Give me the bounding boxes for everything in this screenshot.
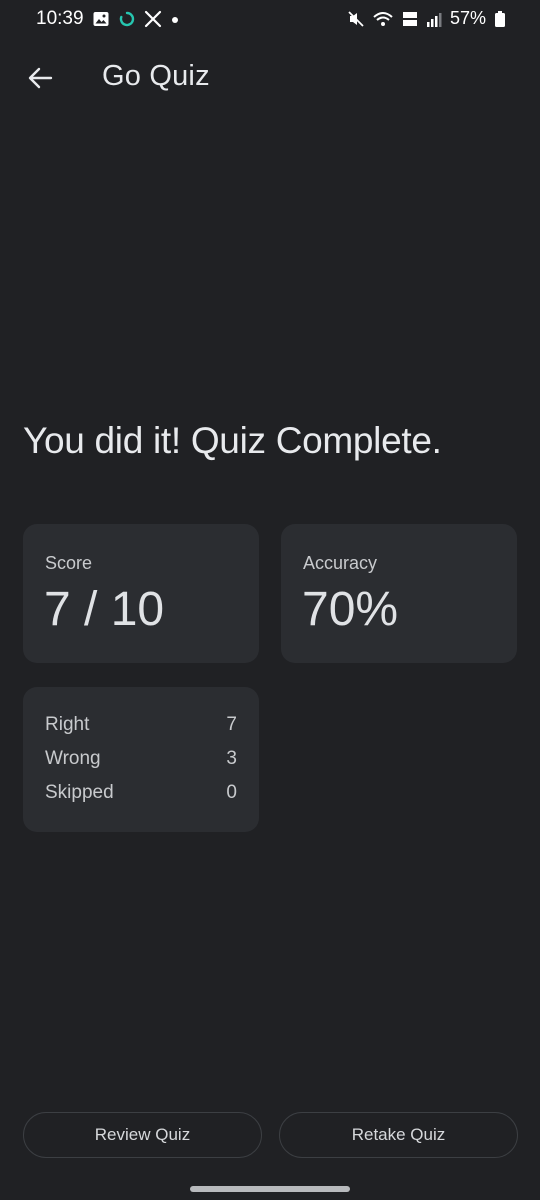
battery-icon — [494, 10, 506, 28]
wrong-count: 3 — [226, 748, 237, 769]
score-card: Score 7 / 10 — [23, 524, 259, 663]
status-bar: 10:39 57% — [0, 0, 540, 40]
accuracy-label: Accuracy — [303, 553, 378, 573]
quiz-result-screen: 10:39 57% Go Quiz You did it! Quiz Compl… — [0, 0, 540, 1200]
skipped-label: Skipped — [45, 782, 114, 803]
score-value: 7 / 10 — [44, 583, 165, 636]
page-title: Go Quiz — [102, 60, 210, 92]
signal-icon — [426, 10, 442, 28]
status-time: 10:39 — [36, 8, 84, 29]
x-logo-icon — [144, 10, 162, 33]
accuracy-value: 70% — [302, 583, 399, 636]
answer-breakdown-card: Right 7 Wrong 3 Skipped 0 — [23, 687, 259, 832]
volte-icon — [402, 10, 418, 28]
skipped-answers-row: Skipped 0 — [45, 782, 237, 804]
score-label: Score — [45, 553, 93, 573]
app-bar: Go Quiz — [0, 52, 540, 108]
right-count: 7 — [226, 714, 237, 735]
completion-headline: You did it! Quiz Complete. — [23, 420, 442, 461]
right-label: Right — [45, 714, 90, 735]
skipped-count: 0 — [226, 782, 237, 803]
wifi-icon — [372, 10, 394, 28]
dot-icon — [170, 10, 180, 33]
accuracy-card: Accuracy 70% — [281, 524, 517, 663]
wrong-answers-row: Wrong 3 — [45, 748, 237, 770]
home-indicator[interactable] — [190, 1186, 350, 1192]
wrong-label: Wrong — [45, 748, 101, 769]
image-icon — [92, 10, 110, 33]
arrow-back-icon — [27, 65, 53, 96]
retake-quiz-button[interactable]: Retake Quiz — [279, 1112, 518, 1158]
battery-percent: 57% — [449, 8, 486, 28]
sync-icon — [118, 10, 136, 33]
right-answers-row: Right 7 — [45, 714, 237, 736]
back-button[interactable] — [18, 58, 62, 102]
mute-icon — [348, 10, 364, 28]
review-quiz-button[interactable]: Review Quiz — [23, 1112, 262, 1158]
status-notification-icons — [92, 10, 180, 33]
status-system-icons: 57% — [348, 8, 506, 29]
